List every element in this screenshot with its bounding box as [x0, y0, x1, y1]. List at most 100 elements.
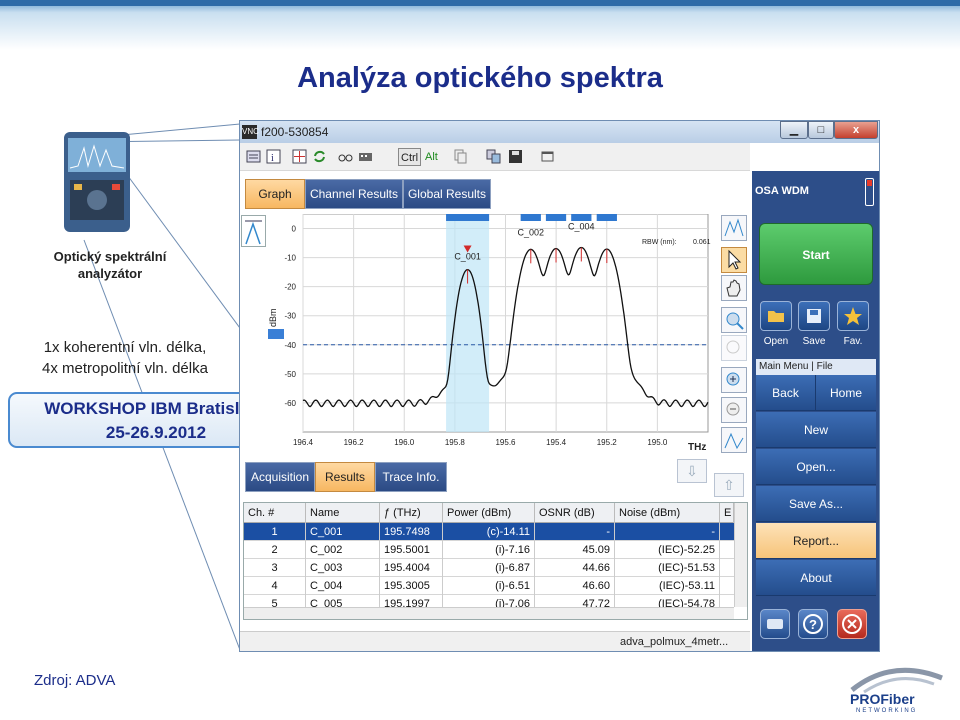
table-cell: (IEC)-52.25 [615, 541, 720, 559]
right-panel: OSA WDM Start Open Save Fav. Main Menu |… [752, 171, 879, 651]
tab-results[interactable]: Results [315, 462, 375, 492]
tab-global-results[interactable]: Global Results [403, 179, 491, 209]
zoom-reset-tool[interactable] [721, 335, 747, 361]
table-row[interactable]: 2 C_002 195.5001 (i)-7.16 45.09 (IEC)-52.25 [244, 541, 734, 559]
osa-app-window: VNC f200-530854 ▁ □ x i Ctrl Alt Graph C… [239, 120, 880, 652]
x-tick-label: 195.2 [597, 438, 618, 447]
x-tick-label: 196.2 [344, 438, 365, 447]
new-button[interactable]: New [756, 412, 876, 448]
vnc-app-icon: VNC [242, 125, 259, 139]
close-button[interactable]: x [834, 121, 878, 139]
keyboard-icon[interactable] [358, 149, 373, 164]
fav-label: Fav. [843, 336, 863, 347]
folder-icon [768, 311, 784, 322]
table-cell: - [535, 523, 615, 541]
minimize-button[interactable]: ▁ [780, 121, 808, 139]
col-e[interactable]: E [720, 503, 734, 523]
transfer-icon[interactable] [486, 149, 501, 164]
glasses-icon[interactable] [338, 149, 353, 164]
marker-tool-button[interactable] [241, 215, 266, 247]
rbw-value: 0.061 [693, 239, 711, 246]
tab-graph[interactable]: Graph [245, 179, 305, 209]
table-horizontal-scrollbar[interactable] [244, 607, 734, 619]
zoom-in-tool[interactable] [721, 367, 747, 393]
marker-tool-icon [245, 220, 262, 245]
about-button[interactable]: About [756, 560, 876, 596]
copy-icon[interactable] [453, 149, 468, 164]
maximize-button[interactable]: □ [808, 121, 834, 139]
x-tick-label: 195.8 [445, 438, 466, 447]
table-cell: 195.7498 [380, 523, 443, 541]
device-label-line2: analyzátor [77, 266, 143, 281]
back-button[interactable]: Back [756, 375, 816, 411]
col-channel[interactable]: Ch. # [244, 503, 306, 523]
scroll-down-button[interactable]: ⇩ [677, 459, 707, 483]
osa-device-image [64, 132, 130, 232]
y-tick-label: -10 [284, 254, 296, 263]
fit-view-icon[interactable] [292, 149, 307, 164]
table-row[interactable]: 3 C_003 195.4004 (i)-6.87 44.66 (IEC)-51.53 [244, 559, 734, 577]
open-button[interactable] [760, 301, 792, 331]
ctrl-key-button[interactable]: Ctrl [398, 148, 422, 166]
window-title: f200-530854 [261, 125, 329, 139]
zoom-out-tool[interactable] [721, 397, 747, 423]
full-range-tool[interactable] [721, 427, 747, 453]
col-noise[interactable]: Noise (dBm) [615, 503, 720, 523]
x-tick-label: 195.6 [495, 438, 516, 447]
table-cell: 1 [244, 523, 306, 541]
table-cell: 46.60 [535, 577, 615, 595]
tab-acquisition[interactable]: Acquisition [245, 462, 315, 492]
col-name[interactable]: Name [306, 503, 380, 523]
col-power[interactable]: Power (dBm) [443, 503, 535, 523]
open-file-button[interactable]: Open... [756, 449, 876, 485]
info-icon[interactable]: i [266, 149, 281, 164]
svg-text:PROFiber: PROFiber [850, 691, 915, 707]
tab-trace-info[interactable]: Trace Info. [375, 462, 447, 492]
scroll-up-button[interactable]: ⇧ [714, 473, 744, 497]
channel-bars [446, 214, 617, 221]
spectrum-chart: C_001 C_002 C_004 0 -10 -20 -30 -40 -50 -60 196.… [268, 214, 711, 453]
save-label: Save [802, 336, 826, 347]
table-row[interactable]: 4 C_004 195.3005 (i)-6.51 46.60 (IEC)-53.11 [244, 577, 734, 595]
favorites-button[interactable] [837, 301, 869, 331]
y-tick-label: -60 [284, 399, 296, 408]
table-cell: C_004 [306, 577, 380, 595]
y-tick-label: -20 [284, 283, 296, 292]
menu-breadcrumb: Main Menu | File [756, 359, 876, 375]
star-icon [844, 307, 862, 325]
start-button[interactable]: Start [759, 223, 873, 285]
table-cell: 4 [244, 577, 306, 595]
zoom-area-tool[interactable] [721, 307, 747, 333]
window-icon[interactable] [540, 149, 555, 164]
col-frequency[interactable]: ƒ (THz) [380, 503, 443, 523]
save-button[interactable] [798, 301, 830, 331]
peak-label: C_004 [568, 221, 595, 231]
svg-text:NETWORKING: NETWORKING [856, 708, 917, 714]
threshold-handle[interactable] [268, 329, 284, 339]
exit-button[interactable] [837, 609, 867, 639]
keyboard-button[interactable] [760, 609, 790, 639]
device-label: Optický spektrální analyzátor [30, 248, 190, 282]
pan-tool[interactable] [721, 275, 747, 301]
refresh-icon[interactable] [312, 149, 327, 164]
col-osnr[interactable]: OSNR (dB) [535, 503, 615, 523]
x-tick-label: 196.0 [394, 438, 415, 447]
properties-icon[interactable] [246, 149, 261, 164]
home-button[interactable]: Home [816, 375, 876, 411]
pointer-tool[interactable] [721, 247, 747, 273]
table-cell: (i)-6.51 [443, 577, 535, 595]
x-tick-label: 195.4 [546, 438, 567, 447]
arrow-down-icon: ⇩ [686, 463, 698, 479]
help-icon: ? [803, 614, 823, 634]
report-button[interactable]: Report... [756, 523, 876, 559]
help-button[interactable]: ? [798, 609, 828, 639]
table-vertical-scrollbar[interactable] [734, 503, 747, 607]
table-cell: (c)-14.11 [443, 523, 535, 541]
table-row[interactable]: 1 C_001 195.7498 (c)-14.11- - [244, 523, 734, 541]
save-as-button[interactable]: Save As... [756, 486, 876, 522]
y-tick-label: -30 [284, 312, 296, 321]
alt-key-button[interactable]: Alt [425, 148, 438, 166]
save-disk-icon[interactable] [508, 149, 523, 164]
tab-channel-results[interactable]: Channel Results [305, 179, 403, 209]
autoscale-tool[interactable] [721, 215, 747, 241]
